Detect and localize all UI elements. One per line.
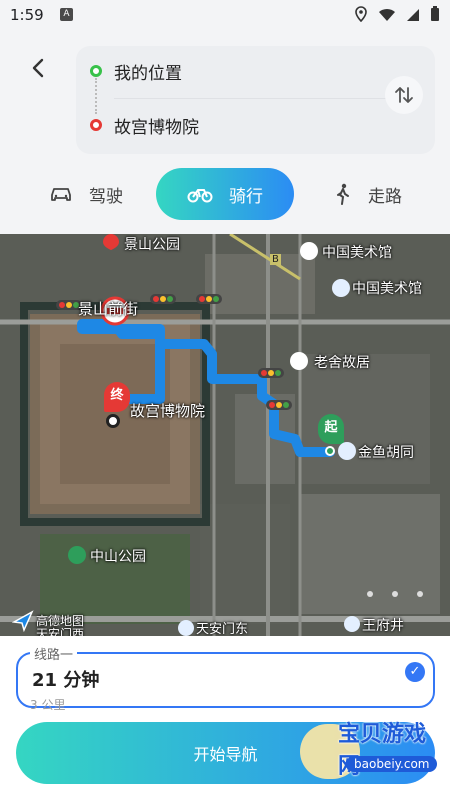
wifi-icon [378,7,396,26]
bicycle-icon [187,189,213,203]
start-marker[interactable]: 起 [318,414,344,444]
map-label-laoshe: 老舍故居 [314,355,370,371]
map-label-palace: 故宫博物院 [130,402,206,420]
route-distance: 3 公里 [30,698,66,712]
amap-logo-icon [12,610,34,632]
signal-icon [406,7,420,26]
tab-drive[interactable]: 驾驶 [26,168,146,220]
tab-ride-label: 骑行 [229,186,263,207]
origin-field[interactable]: 我的位置 [76,46,376,96]
destination-dot-icon [90,119,102,131]
destination-field[interactable]: 故宫博物院 [76,100,376,150]
map-label-tiananmen-east: 天安门东 [196,622,249,636]
map-logo-text: 高德地图 [36,614,85,628]
back-button[interactable] [26,56,50,80]
laoshe-poi-icon[interactable] [290,352,308,370]
tab-walk[interactable]: 走路 [308,168,428,220]
route-time: 21 分钟 [32,670,100,691]
map-view[interactable]: 景山公园 景山前街 中国美术馆 中国美术馆 老舍故居 终 故宫博物院 起 金鱼胡… [0,234,450,636]
subway-poi-icon-3[interactable] [178,620,194,636]
map-label-art-museum-1: 中国美术馆 [322,245,392,261]
end-marker[interactable]: 终 [104,382,130,412]
notification-icon: A [60,8,73,21]
status-bar: 1:59 A [0,0,450,32]
route-option-card[interactable]: 线路一 21 分钟 ✓ [16,644,435,708]
swap-button[interactable] [385,76,423,114]
map-label-jingshan-front: 景山前街 [78,300,139,318]
park-pin-icon[interactable] [100,234,122,250]
field-divider [114,98,386,99]
route-input-card: 我的位置 故宫博物院 [76,46,435,154]
chevron-left-icon [32,58,44,78]
map-label-art-museum-2: 中国美术馆 [352,281,422,297]
swap-icon [395,87,413,103]
road-badge: B [270,254,281,265]
battery-icon [430,6,440,26]
origin-text: 我的位置 [114,63,182,84]
subway-poi-icon-2[interactable] [338,442,356,460]
walking-icon [337,183,349,205]
tab-drive-label: 驾驶 [89,186,123,207]
tab-ride[interactable]: 骑行 [156,168,294,220]
route-panel: 线路一 21 分钟 ✓ 3 公里 开始导航 宝贝游戏网 baobeiy.com [0,636,450,800]
map-label-jinyu: 金鱼胡同 [358,445,414,461]
museum-poi-icon[interactable] [300,242,318,260]
map-label-wangfujing: 王府井 [362,618,404,634]
destination-point-icon [106,414,120,428]
status-time: 1:59 [10,6,44,24]
map-label-zhongshan: 中山公园 [90,549,146,565]
origin-dot-icon [90,65,102,77]
route-tag: 线路一 [30,644,78,663]
car-icon [51,188,71,201]
tab-walk-label: 走路 [368,186,402,207]
subway-poi-icon[interactable] [332,279,350,297]
origin-point-icon [325,446,335,456]
location-icon [354,6,368,26]
travel-mode-tabs: 驾驶 骑行 走路 [0,160,450,234]
destination-text: 故宫博物院 [114,117,199,138]
subway-poi-icon-4[interactable] [344,616,360,632]
route-header: 我的位置 故宫博物院 [0,32,450,160]
map-label-jingshan: 景山公园 [124,237,180,253]
watermark: 宝贝游戏网 baobeiy.com [300,714,440,784]
status-icons [354,6,440,26]
watermark-url: baobeiy.com [346,756,438,772]
park-poi-icon[interactable] [68,546,86,564]
check-icon: ✓ [405,662,425,682]
